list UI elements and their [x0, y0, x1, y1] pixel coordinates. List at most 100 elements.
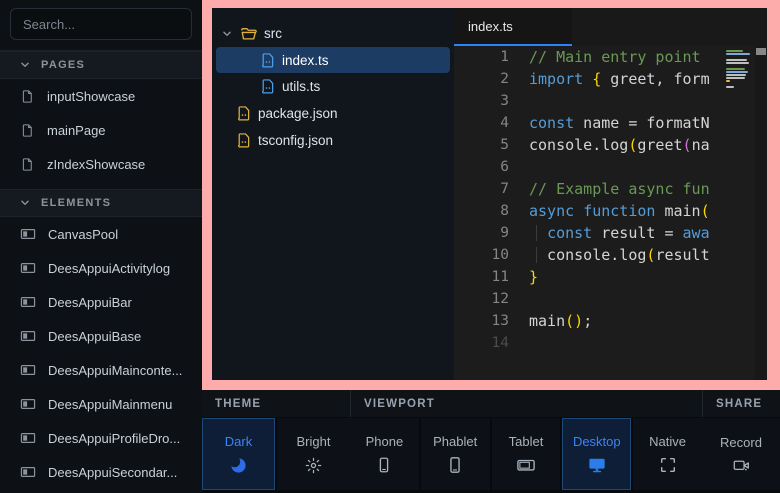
minimap-line	[726, 74, 746, 76]
sidebar-item-deesappuisecondar-[interactable]: DeesAppuiSecondar...	[0, 455, 202, 489]
sidebar-item-canvaspool[interactable]: CanvasPool	[0, 217, 202, 251]
sidebar-item-deesappuiactivitylog[interactable]: DeesAppuiActivitylog	[0, 251, 202, 285]
component-icon	[20, 227, 36, 241]
minimap-line	[726, 53, 750, 55]
toolbar-group-share: Record	[702, 418, 780, 490]
line-number: 10	[454, 244, 509, 266]
sidebar: PAGES inputShowcase mainPage zIndexShowcase…	[0, 0, 202, 493]
code-area[interactable]: 1// Main entry point2import { greet, for…	[454, 46, 767, 380]
toolbar-button-phone[interactable]: Phone	[350, 418, 419, 490]
sidebar-item-label: DeesAppuiActivitylog	[48, 261, 170, 276]
toolbar-button-tablet[interactable]: Tablet	[492, 418, 561, 490]
tree-item-label: index.ts	[282, 53, 329, 68]
toolbar-button-phablet[interactable]: Phablet	[421, 418, 490, 490]
search-input[interactable]	[10, 8, 192, 40]
code-text	[509, 332, 529, 354]
tree-row-index-ts[interactable]: index.ts	[216, 47, 450, 73]
toolbar-button-label: Bright	[297, 434, 331, 449]
search-wrap	[0, 0, 202, 40]
component-icon	[20, 465, 36, 479]
section-label: ELEMENTS	[41, 197, 111, 209]
sidebar-item-label: DeesAppuiMainmenu	[48, 397, 172, 412]
minimap-line	[726, 68, 745, 70]
code-token: }	[529, 268, 538, 286]
sidebar-item-deesappuimainmenu[interactable]: DeesAppuiMainmenu	[0, 387, 202, 421]
code-token: // Main entry point	[529, 48, 701, 66]
toolbar-button-dark[interactable]: Dark	[202, 418, 275, 490]
sidebar-item-deesappuimainconte-[interactable]: DeesAppuiMainconte...	[0, 353, 202, 387]
toolbar-header-theme: THEME	[202, 390, 350, 417]
code-token: result =	[592, 224, 682, 242]
toolbar-button-native[interactable]: Native	[633, 418, 702, 490]
code-token: greet	[637, 136, 682, 154]
toolbar-button-label: Record	[720, 435, 762, 450]
minimap-line	[726, 80, 730, 82]
tree-row-tsconfig-json[interactable]: tsconfig.json	[212, 127, 454, 154]
ts-file-icon	[260, 52, 276, 69]
toolbar-button-desktop[interactable]: Desktop	[562, 418, 631, 490]
sidebar-section-header-pages[interactable]: PAGES	[0, 51, 202, 79]
sidebar-item-label: DeesAppuiSecondar...	[48, 465, 177, 480]
sidebar-item-deesappuiprofiledro-[interactable]: DeesAppuiProfileDro...	[0, 421, 202, 455]
component-icon	[20, 295, 36, 309]
toolbar-header-share: SHARE	[702, 390, 780, 417]
sidebar-item-deesappuibar[interactable]: DeesAppuiBar	[0, 285, 202, 319]
line-number: 1	[454, 46, 509, 68]
code-token: name = formatN	[574, 114, 709, 132]
code-line: 7// Example async fun	[454, 178, 767, 200]
toolbar-button-bright[interactable]: Bright	[277, 418, 350, 490]
sidebar-item-label: DeesAppuiBar	[48, 295, 132, 310]
storybook-app: PAGES inputShowcase mainPage zIndexShowcase…	[0, 0, 780, 493]
component-icon	[20, 431, 36, 445]
sidebar-item-mainpage[interactable]: mainPage	[0, 113, 202, 147]
sidebar-item-label: mainPage	[47, 123, 106, 138]
code-text	[509, 288, 529, 310]
code-token: // Example async fun	[529, 180, 710, 198]
sidebar-item-label: inputShowcase	[47, 89, 135, 104]
sidebar-item-label: zIndexShowcase	[47, 157, 145, 172]
line-number: 8	[454, 200, 509, 222]
folder-icon	[240, 26, 258, 42]
component-icon	[20, 397, 36, 411]
code-line: 8async function main(	[454, 200, 767, 222]
minimap[interactable]	[726, 50, 754, 89]
toolbar-button-label: Phablet	[433, 434, 477, 449]
sidebar-item-inputshowcase[interactable]: inputShowcase	[0, 79, 202, 113]
sidebar-item-label: DeesAppuiBase	[48, 329, 141, 344]
code-line: 13main();	[454, 310, 767, 332]
code-text: async function main(	[509, 200, 710, 222]
tablet-icon	[516, 456, 536, 474]
code-text: const result = awa	[509, 222, 710, 244]
tree-row-src[interactable]: src	[212, 20, 454, 47]
editor-tab-index-ts[interactable]: index.ts	[454, 8, 572, 46]
editor-scrollbar[interactable]	[755, 46, 767, 380]
sidebar-section-header-elements[interactable]: ELEMENTS	[0, 189, 202, 217]
section-label: PAGES	[41, 59, 85, 71]
minimap-line	[726, 77, 745, 79]
code-text: const name = formatN	[509, 112, 710, 134]
tree-item-label: src	[264, 26, 282, 41]
tree-row-utils-ts[interactable]: utils.ts	[212, 73, 454, 100]
code-lines: 1// Main entry point2import { greet, for…	[454, 46, 767, 354]
minimap-line	[726, 86, 734, 88]
code-token: console.log	[529, 246, 646, 264]
line-number: 14	[454, 332, 509, 354]
minimap-line	[726, 50, 743, 52]
toolbar-button-label: Desktop	[573, 434, 621, 449]
minimap-line	[726, 71, 748, 73]
code-text: // Main entry point	[509, 46, 701, 68]
chevron-down-icon	[18, 58, 32, 72]
chevron-down-icon	[220, 27, 234, 41]
toolbar-button-record[interactable]: Record	[702, 418, 780, 490]
sidebar-item-zindexshowcase[interactable]: zIndexShowcase	[0, 147, 202, 181]
sun-icon	[304, 456, 323, 475]
toolbar-headers: THEME VIEWPORT SHARE	[202, 390, 780, 417]
toolbar-button-label: Tablet	[509, 434, 544, 449]
tree-row-package-json[interactable]: package.json	[212, 100, 454, 127]
toolbar-button-label: Phone	[366, 434, 404, 449]
code-line: 5console.log(greet(na	[454, 134, 767, 156]
code-line: 4const name = formatN	[454, 112, 767, 134]
sidebar-item-deesappuibase[interactable]: DeesAppuiBase	[0, 319, 202, 353]
scrollbar-thumb[interactable]	[756, 48, 766, 55]
toolbar-button-label: Native	[649, 434, 686, 449]
